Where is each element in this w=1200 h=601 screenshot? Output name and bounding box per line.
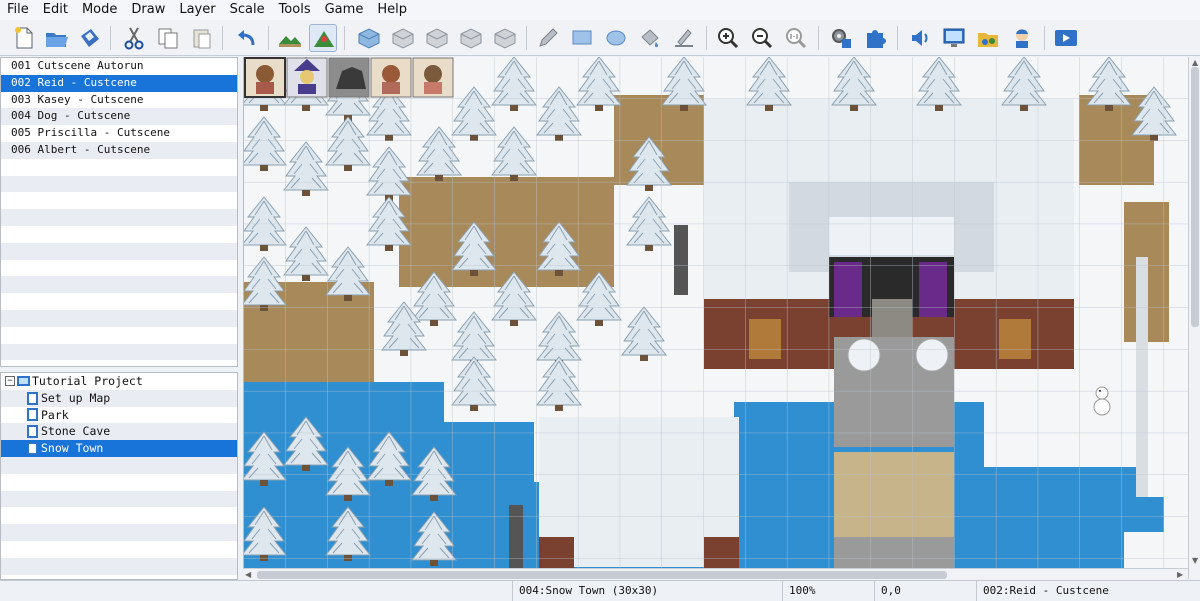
collapse-icon[interactable]: −: [5, 376, 15, 387]
map-icon: [27, 442, 38, 456]
actual-size-icon[interactable]: [782, 24, 810, 52]
undo-icon[interactable]: [232, 24, 260, 52]
tree-map-item[interactable]: Stone Cave: [1, 423, 237, 441]
flood-fill-icon[interactable]: [636, 24, 664, 52]
map-canvas[interactable]: [243, 57, 1188, 568]
rectangle-icon[interactable]: [568, 24, 596, 52]
menu-mode[interactable]: Mode: [75, 0, 124, 20]
cut-icon[interactable]: [120, 24, 148, 52]
event-searcher-icon[interactable]: [940, 24, 968, 52]
event-row[interactable]: 003 Kasey - Cutscene: [1, 92, 237, 109]
event-sprite[interactable]: [244, 57, 286, 98]
tree-map-item[interactable]: Set up Map: [1, 389, 237, 407]
horizontal-scrollbar[interactable]: ◀ ▶: [243, 568, 1188, 580]
paste-icon[interactable]: [188, 24, 216, 52]
event-row[interactable]: 005 Priscilla - Cutscene: [1, 125, 237, 142]
event-row[interactable]: 004 Dog - Cutscene: [1, 108, 237, 126]
sound-test-icon[interactable]: [906, 24, 934, 52]
scroll-down-icon[interactable]: ▼: [1192, 555, 1198, 567]
status-map: 004:Snow Town (30x30): [512, 581, 782, 601]
event-row[interactable]: 006 Albert - Cutscene: [1, 141, 237, 159]
menu-bar: File Edit Mode Draw Layer Scale Tools Ga…: [0, 0, 1200, 20]
character-generator-icon[interactable]: [1008, 24, 1036, 52]
status-event: 002:Reid - Custcene: [976, 581, 1200, 601]
horizontal-scroll-thumb[interactable]: [257, 571, 947, 579]
event-sprite[interactable]: [286, 57, 328, 98]
pencil-icon[interactable]: [534, 24, 562, 52]
menu-layer[interactable]: Layer: [172, 0, 222, 20]
menu-game[interactable]: Game: [318, 0, 371, 20]
zoom-out-icon[interactable]: [748, 24, 776, 52]
layer-3-icon[interactable]: [423, 24, 451, 52]
toolbar: [0, 20, 1200, 56]
new-project-icon[interactable]: [10, 24, 38, 52]
event-row[interactable]: 001 Cutscene Autorun: [1, 58, 237, 75]
layer-4-icon[interactable]: [457, 24, 485, 52]
map-label: Park: [41, 407, 69, 422]
menu-file[interactable]: File: [0, 0, 36, 20]
status-coords: 0,0: [874, 581, 974, 601]
vertical-scrollbar[interactable]: ▲ ▼: [1188, 57, 1200, 579]
shadow-pen-icon[interactable]: [670, 24, 698, 52]
resource-manager-icon[interactable]: [974, 24, 1002, 52]
event-row-selected[interactable]: 002 Reid - Custcene: [1, 74, 237, 92]
map-label: Snow Town: [41, 441, 104, 456]
map-tree: − Tutorial Project Set up Map Park Stone…: [0, 372, 238, 580]
copy-icon[interactable]: [154, 24, 182, 52]
map-mode-icon[interactable]: [276, 24, 304, 52]
layer-1-icon[interactable]: [355, 24, 383, 52]
status-bar: 004:Snow Town (30x30) 100% 0,0 002:Reid …: [0, 580, 1200, 601]
open-project-icon[interactable]: [42, 24, 70, 52]
layer-5-icon[interactable]: [491, 24, 519, 52]
vertical-scroll-thumb[interactable]: [1191, 67, 1199, 327]
menu-edit[interactable]: Edit: [36, 0, 75, 20]
layer-2-icon[interactable]: [389, 24, 417, 52]
event-sprite[interactable]: [328, 57, 370, 98]
menu-scale[interactable]: Scale: [223, 0, 272, 20]
menu-help[interactable]: Help: [370, 0, 414, 20]
snow-town-map[interactable]: [244, 57, 1188, 568]
plugin-manager-icon[interactable]: [861, 24, 889, 52]
menu-tools[interactable]: Tools: [272, 0, 318, 20]
tree-map-item[interactable]: Park: [1, 407, 237, 424]
save-project-icon[interactable]: [76, 24, 104, 52]
event-sprite[interactable]: [370, 57, 412, 98]
event-sprite[interactable]: [412, 57, 454, 98]
map-label: Set up Map: [41, 390, 111, 405]
menu-draw[interactable]: Draw: [124, 0, 172, 20]
map-icon: [27, 408, 38, 422]
project-icon: [17, 376, 30, 387]
event-mode-icon[interactable]: [309, 24, 337, 52]
zoom-in-icon[interactable]: [714, 24, 742, 52]
ellipse-icon[interactable]: [602, 24, 630, 52]
map-icon: [27, 391, 38, 405]
project-label: Tutorial Project: [32, 374, 143, 388]
event-list: 001 Cutscene Autorun 002 Reid - Custcene…: [0, 57, 238, 367]
map-label: Stone Cave: [41, 424, 111, 439]
tree-project[interactable]: − Tutorial Project: [1, 373, 237, 390]
playtest-icon[interactable]: [1052, 24, 1080, 52]
database-icon[interactable]: [827, 24, 855, 52]
map-icon: [27, 425, 38, 439]
status-zoom: 100%: [782, 581, 874, 601]
tree-map-item-selected[interactable]: Snow Town: [1, 440, 237, 457]
